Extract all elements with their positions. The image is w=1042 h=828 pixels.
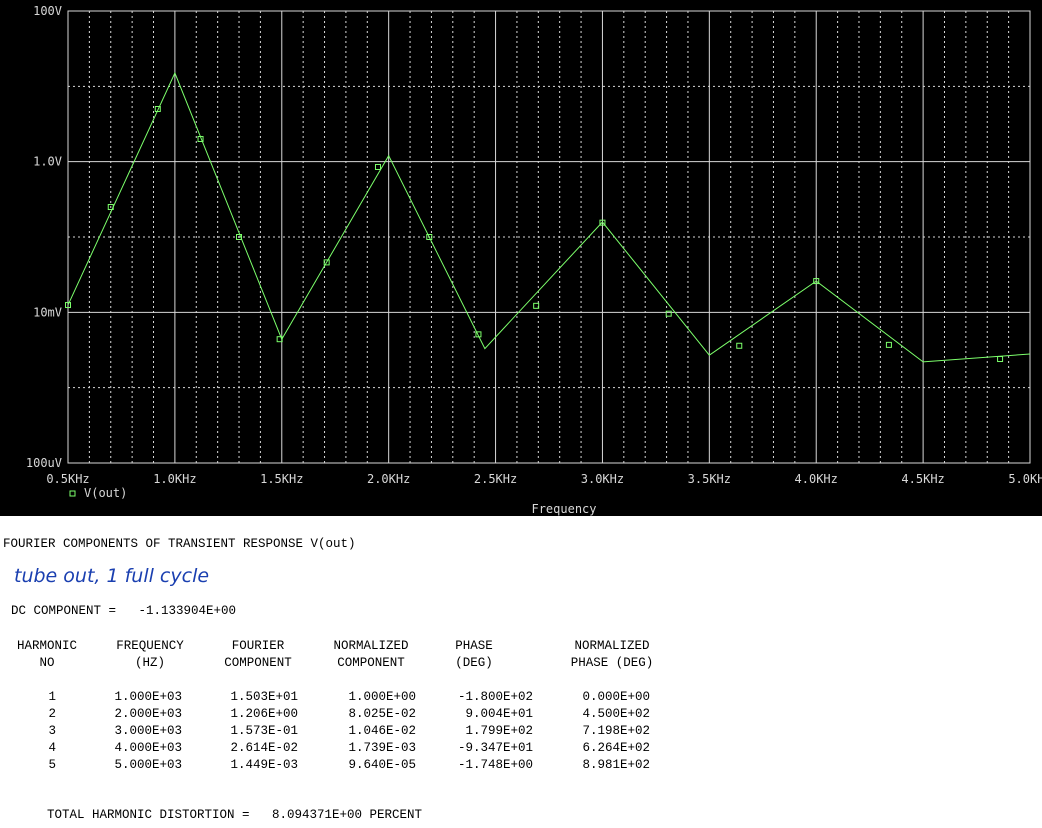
table-cell: 1.799E+02 [465, 724, 533, 738]
data-point-marker [736, 342, 743, 349]
column-header: (DEG) [455, 656, 493, 670]
frequency-plot: 100V 1.0V 10mV 100uV 0.5KHz 1.0KHz 1.5KHz 2.0KH… [26, 4, 1042, 516]
total-harmonic-distortion: TOTAL HARMONIC DISTORTION = 8.094371E+00… [47, 808, 423, 822]
y-tick-label: 100V [33, 4, 62, 18]
table-cell: 4.000E+03 [114, 741, 182, 755]
column-header: NORMALIZED [574, 639, 650, 653]
table-cell: 5 [48, 758, 56, 772]
table-cell: 1.449E-03 [230, 758, 298, 772]
table-cell: 9.004E+01 [465, 707, 533, 721]
x-tick-label: 2.0KHz [367, 472, 410, 486]
table-cell: -9.347E+01 [457, 741, 533, 755]
x-tick-label: 2.5KHz [474, 472, 517, 486]
column-header: COMPONENT [337, 656, 405, 670]
table-cell: 1.503E+01 [230, 690, 298, 704]
table-cell: 7.198E+02 [582, 724, 650, 738]
x-tick-label: 3.5KHz [688, 472, 731, 486]
data-point-marker [997, 356, 1004, 363]
table-cell: 2.614E-02 [230, 741, 298, 755]
column-header: COMPONENT [224, 656, 292, 670]
x-tick-label: 1.5KHz [260, 472, 303, 486]
table-cell: 4.500E+02 [582, 707, 650, 721]
table-cell: 1.000E+03 [114, 690, 182, 704]
x-tick-label: 5.0KHz [1008, 472, 1042, 486]
column-header: PHASE (DEG) [570, 656, 654, 670]
legend-marker [69, 490, 76, 497]
table-cell: 1.000E+00 [348, 690, 416, 704]
table-cell: 3 [48, 724, 56, 738]
table-cell: 1.573E-01 [230, 724, 298, 738]
column-header: NORMALIZED [333, 639, 409, 653]
table-cell: 4 [48, 741, 56, 755]
table-cell: 6.264E+02 [582, 741, 650, 755]
table-cell: 1.046E-02 [348, 724, 416, 738]
table-cell: 9.640E-05 [348, 758, 416, 772]
column-header: FREQUENCY [116, 639, 184, 653]
table-cell: 2 [48, 707, 56, 721]
series-line-vout [67, 71, 1031, 363]
y-tick-label: 1.0V [33, 155, 62, 169]
table-cell: 0.000E+00 [582, 690, 650, 704]
table-cell: 1.206E+00 [230, 707, 298, 721]
table-cell: 8.025E-02 [348, 707, 416, 721]
report-heading: FOURIER COMPONENTS OF TRANSIENT RESPONSE… [3, 537, 356, 551]
x-axis-label: Frequency [531, 502, 596, 516]
y-tick-label: 10mV [33, 305, 62, 319]
x-tick-label: 4.0KHz [795, 472, 838, 486]
table-cell: 2.000E+03 [114, 707, 182, 721]
plot-panel: 100V 1.0V 10mV 100uV 0.5KHz 1.0KHz 1.5KHz 2.0KH… [0, 0, 1042, 516]
handwritten-note: tube out, 1 full cycle [14, 565, 210, 587]
table-cell: 8.981E+02 [582, 758, 650, 772]
column-header: PHASE [455, 639, 493, 653]
data-point-marker [374, 163, 381, 170]
dc-component: DC COMPONENT = -1.133904E+00 [11, 604, 237, 618]
table-cell: -1.800E+02 [457, 690, 533, 704]
column-header: FOURIER [231, 639, 285, 653]
table-cell: -1.748E+00 [457, 758, 533, 772]
table-cell: 5.000E+03 [114, 758, 182, 772]
y-tick-label: 100uV [26, 456, 62, 470]
legend-label: V(out) [84, 486, 127, 500]
x-tick-label: 0.5KHz [46, 472, 89, 486]
table-cell: 1.739E-03 [348, 741, 416, 755]
column-header: (HZ) [134, 656, 165, 670]
x-tick-label: 4.5KHz [901, 472, 944, 486]
data-point-marker [885, 341, 892, 348]
table-cell: 1 [48, 690, 56, 704]
table-cell: 3.000E+03 [114, 724, 182, 738]
x-tick-label: 3.0KHz [581, 472, 624, 486]
x-tick-label: 1.0KHz [153, 472, 196, 486]
